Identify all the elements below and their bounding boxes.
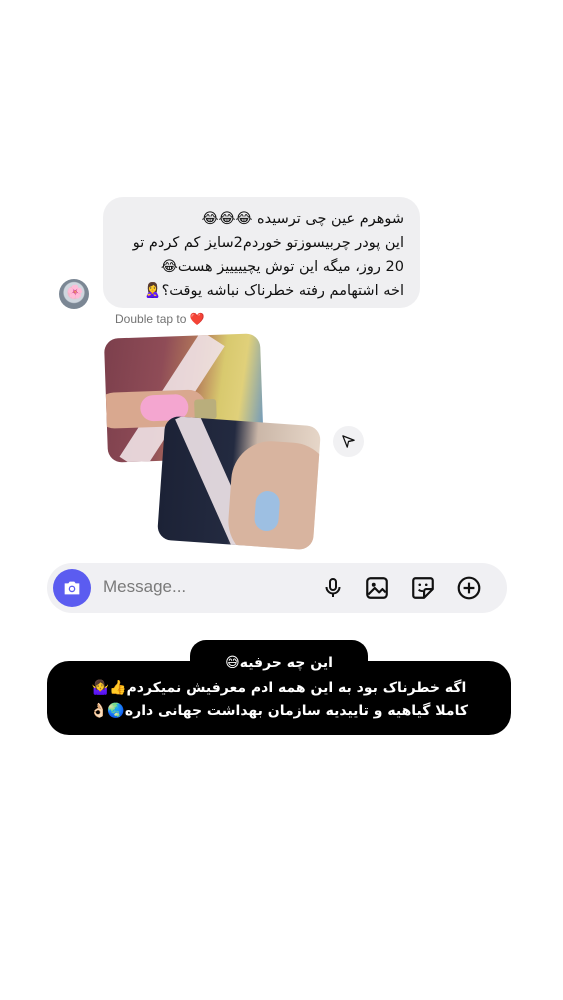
caption-line: کاملا گیاهیه و تاییدیه سازمان بهداشت جها… (90, 703, 468, 719)
double-tap-hint: Double tap to ❤️ (115, 312, 205, 326)
more-button[interactable] (455, 574, 483, 602)
caption-line: این چه حرفیه😅 (225, 655, 333, 671)
shared-photo-2[interactable] (156, 415, 322, 551)
sticker-icon (412, 577, 434, 599)
gallery-button[interactable] (363, 574, 391, 602)
image-icon (366, 577, 388, 599)
flower-icon: 🌸 (67, 285, 84, 300)
received-message-bubble[interactable]: شوهرم عین چی ترسیده 😂😂😂 این پودر چربیسوز… (103, 197, 420, 308)
tape-clip-shape (194, 398, 217, 420)
camera-icon (64, 581, 80, 595)
heart-icon: ❤️ (189, 312, 205, 326)
message-line: 20 روز، میگه این توش یچیییییز هست😂 (160, 259, 404, 275)
message-line: شوهرم عین چی ترسیده 😂😂😂 (201, 211, 404, 227)
message-line: این پودر چربیسوزتو خوردم2سایز کم کردم تو (132, 235, 404, 251)
sticker-button[interactable] (409, 574, 437, 602)
sender-avatar[interactable]: 🌸 (59, 279, 89, 309)
message-input[interactable]: Message... (103, 577, 186, 597)
share-button[interactable] (333, 426, 364, 457)
camera-button[interactable] (53, 569, 91, 607)
double-tap-label: Double tap to (115, 312, 187, 326)
caption-line: اگه خطرناک بود به این همه ادم معرفیش نمی… (91, 680, 467, 696)
plus-circle-icon (457, 576, 481, 600)
caption-background-main (47, 661, 511, 735)
microphone-icon (325, 578, 341, 597)
message-line: اخه اشتهامم رفته خطرناک نباشه یوقت؟🙎‍♀️ (143, 283, 404, 299)
voice-button[interactable] (319, 574, 347, 602)
message-composer: Message... (47, 563, 507, 613)
blue-nail-shape (253, 490, 281, 532)
send-icon (342, 435, 355, 448)
